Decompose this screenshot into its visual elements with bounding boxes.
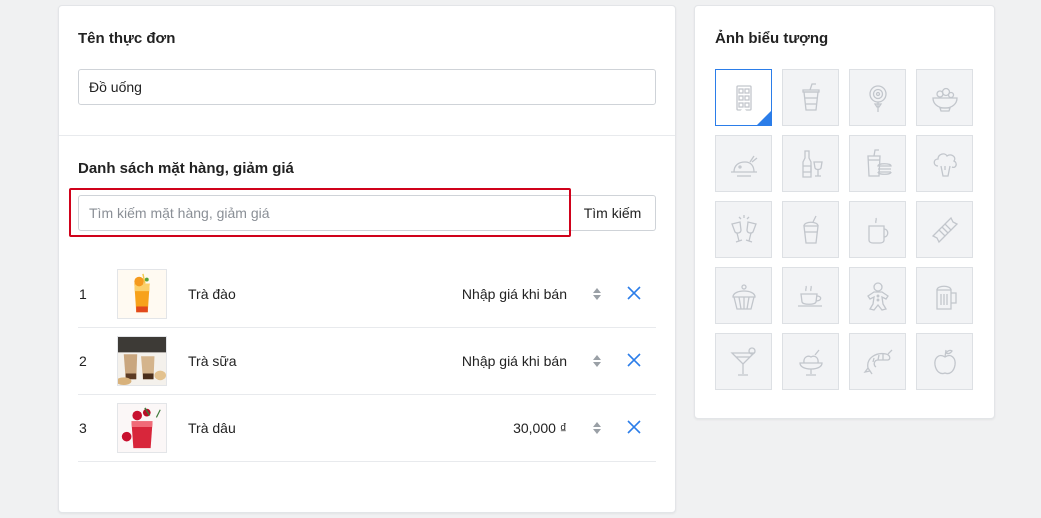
- candy-icon: [931, 216, 958, 243]
- item-thumbnail-milk-tea: [117, 336, 167, 386]
- icon-grid: [715, 69, 973, 390]
- smoothie-icon: [802, 215, 819, 244]
- icon-option-fast-food[interactable]: [849, 135, 906, 192]
- icon-option-grid-chocolate[interactable]: [715, 69, 772, 126]
- cocktail-icon: [729, 346, 756, 376]
- item-name: Trà đào: [188, 286, 236, 302]
- sort-updown-icon[interactable]: [592, 287, 602, 301]
- ice-cream-icon: [798, 349, 823, 376]
- icon-option-wine-bottle[interactable]: [782, 135, 839, 192]
- icon-option-lollipop[interactable]: [849, 69, 906, 126]
- items-section-label: Danh sách mặt hàng, giảm giá: [78, 160, 294, 177]
- sort-updown-icon[interactable]: [592, 421, 602, 435]
- sort-updown-icon[interactable]: [592, 354, 602, 368]
- check-icon: [739, 97, 769, 123]
- wine-bottle-icon: [801, 149, 823, 178]
- hot-mug-icon: [867, 217, 888, 244]
- beer-mug-icon: [935, 285, 957, 310]
- section-divider: [59, 135, 675, 136]
- icon-option-coffee-cup[interactable]: [782, 267, 839, 324]
- icon-option-gingerbread[interactable]: [849, 267, 906, 324]
- icon-option-apple[interactable]: [916, 333, 973, 390]
- icon-option-broccoli[interactable]: [916, 135, 973, 192]
- icon-option-smoothie[interactable]: [782, 201, 839, 258]
- icon-picker-card: Ảnh biểu tượng: [694, 5, 995, 419]
- icon-option-cupcake[interactable]: [715, 267, 772, 324]
- icon-option-ice-cream[interactable]: [782, 333, 839, 390]
- remove-item-icon[interactable]: [626, 352, 642, 368]
- icon-option-beer-mug[interactable]: [916, 267, 973, 324]
- lollipop-icon: [868, 84, 887, 112]
- menu-name-label: Tên thực đơn: [78, 30, 176, 47]
- table-row: 3 Trà dâu 30,000 ₫: [78, 395, 656, 462]
- item-price[interactable]: Nhập giá khi bán: [462, 261, 567, 328]
- remove-item-icon[interactable]: [626, 285, 642, 301]
- table-row: 1 Trà đào Nhập giá khi bán: [78, 261, 656, 328]
- roast-chicken-icon: [730, 155, 757, 177]
- drink-cup-icon: [801, 82, 820, 111]
- icon-option-hot-mug[interactable]: [849, 201, 906, 258]
- item-search-input[interactable]: [78, 195, 570, 231]
- shrimp-icon: [862, 349, 892, 374]
- icon-option-cheers-glasses[interactable]: [715, 201, 772, 258]
- icon-option-salad-bowl[interactable]: [916, 69, 973, 126]
- item-name: Trà sữa: [188, 353, 237, 369]
- item-name: Trà dâu: [188, 420, 236, 436]
- menu-name-input[interactable]: [78, 69, 656, 105]
- item-thumbnail-strawberry-tea: [117, 403, 167, 453]
- icon-option-roast-chicken[interactable]: [715, 135, 772, 192]
- search-button[interactable]: Tìm kiếm: [570, 195, 656, 231]
- coffee-cup-icon: [797, 285, 822, 307]
- icon-panel-label: Ảnh biểu tượng: [715, 30, 829, 47]
- row-index: 2: [79, 353, 87, 369]
- item-thumbnail-peach-tea: [117, 269, 167, 319]
- table-row: 2 Trà sữa Nhập giá khi bán: [78, 328, 656, 395]
- icon-option-cocktail[interactable]: [715, 333, 772, 390]
- apple-icon: [933, 349, 956, 374]
- fast-food-icon: [866, 148, 892, 177]
- cheers-glasses-icon: [730, 214, 757, 243]
- icon-option-drink-cup[interactable]: [782, 69, 839, 126]
- item-price[interactable]: 30,000 ₫: [513, 395, 567, 462]
- item-price[interactable]: Nhập giá khi bán: [462, 328, 567, 395]
- cupcake-icon: [731, 283, 756, 310]
- icon-option-shrimp[interactable]: [849, 333, 906, 390]
- row-index: 1: [79, 286, 87, 302]
- salad-bowl-icon: [931, 87, 958, 112]
- remove-item-icon[interactable]: [626, 419, 642, 435]
- gingerbread-icon: [866, 281, 889, 311]
- broccoli-icon: [933, 152, 957, 177]
- row-index: 3: [79, 420, 87, 436]
- menu-card: Tên thực đơn Danh sách mặt hàng, giảm gi…: [58, 5, 676, 513]
- icon-option-candy[interactable]: [916, 201, 973, 258]
